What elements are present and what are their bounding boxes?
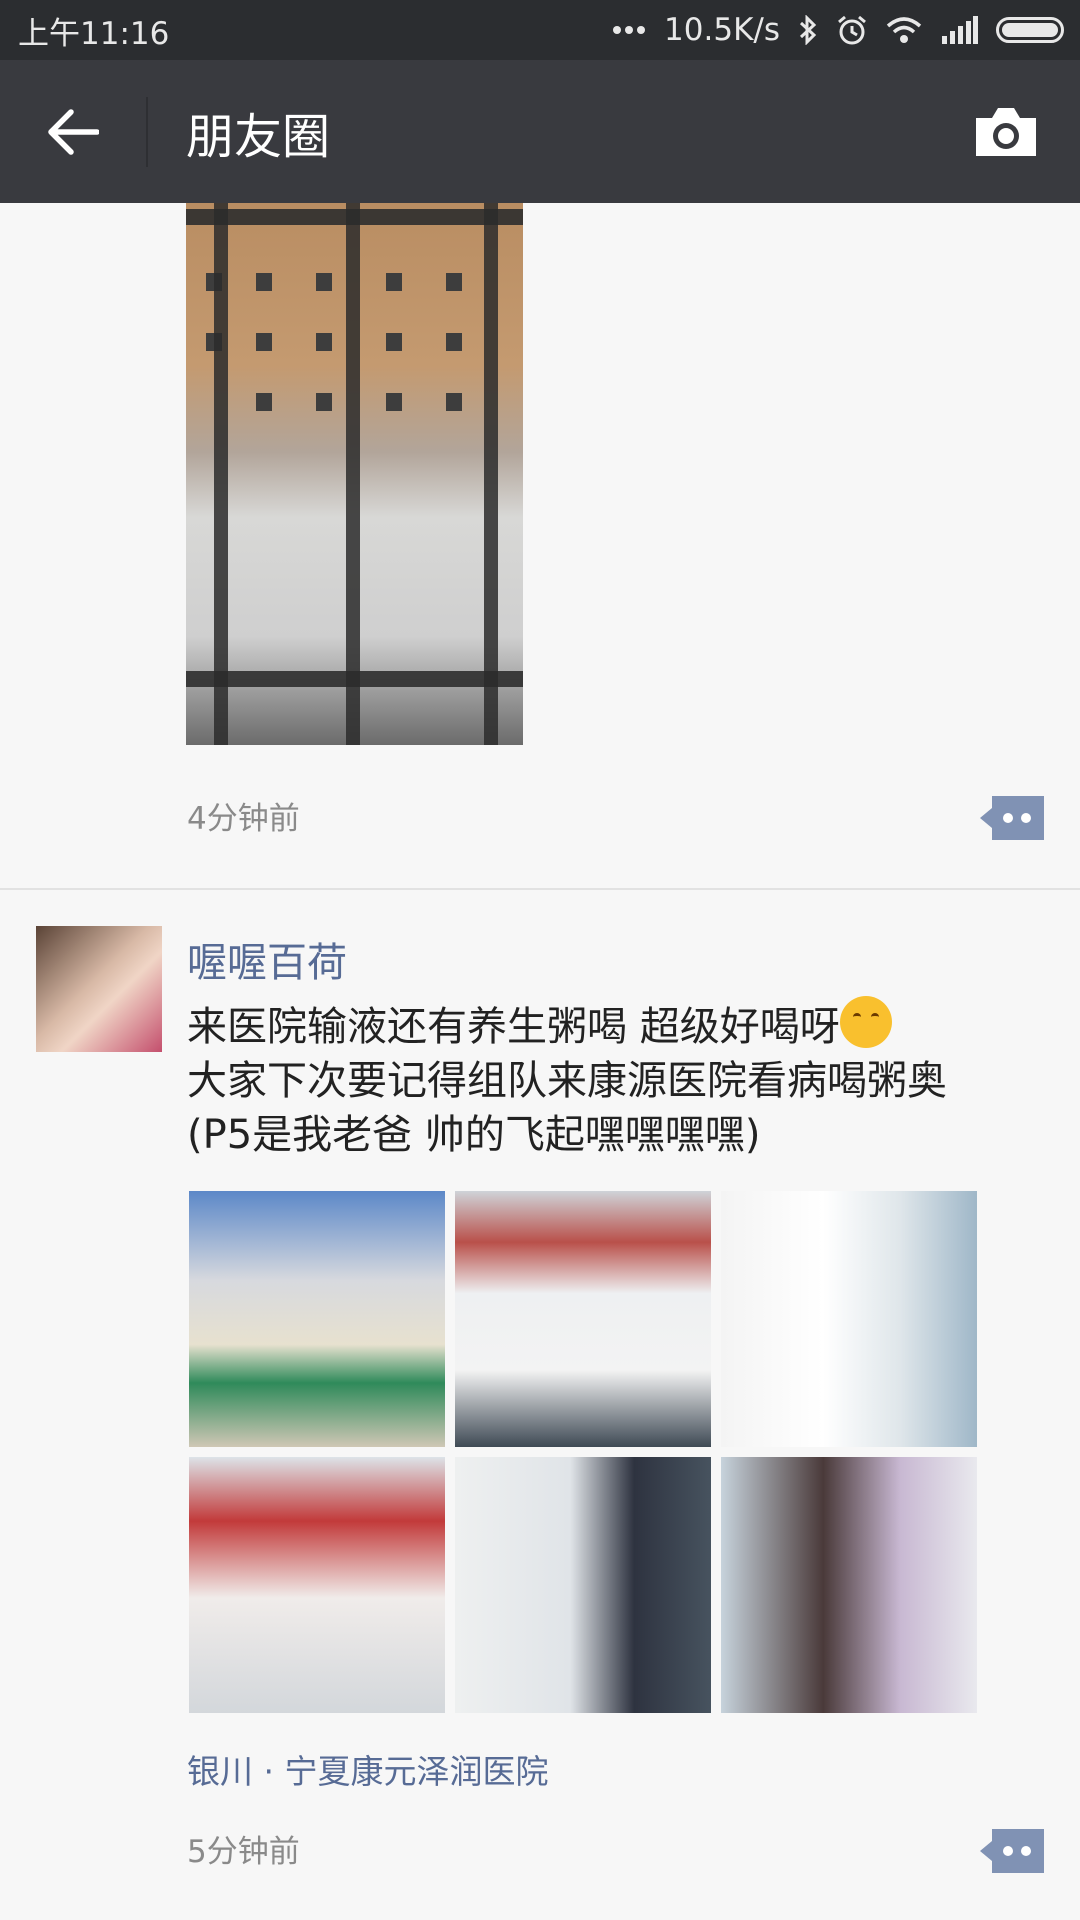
back-button[interactable] — [0, 60, 146, 203]
status-icons: 10.5K/s — [612, 12, 1064, 48]
page-title: 朋友圈 — [186, 108, 331, 165]
title-divider — [146, 96, 148, 167]
comment-button[interactable] — [978, 796, 1044, 840]
photo-thumbnail[interactable] — [189, 1457, 445, 1713]
photo-thumbnail[interactable] — [455, 1457, 711, 1713]
post-text-line: 大家下次要记得组队来康源医院看病喝粥奥 — [187, 1058, 947, 1104]
post-username[interactable]: 喔喔百荷 — [187, 930, 347, 988]
photo-thumbnail[interactable] — [455, 1191, 711, 1447]
post-image[interactable] — [186, 203, 523, 745]
wifi-icon — [886, 17, 922, 43]
network-speed: 10.5K/s — [664, 12, 780, 48]
post-time: 4分钟前 — [187, 801, 300, 837]
status-bar: 上午11:16 10.5K/s — [0, 0, 1080, 60]
post-text-line: 来医院输液还有养生粥喝 超级好喝呀 — [187, 1004, 840, 1050]
post-text: 来医院输液还有养生粥喝 超级好喝呀 大家下次要记得组队来康源医院看病喝粥奥 (P… — [187, 996, 1057, 1162]
bluetooth-icon — [799, 15, 817, 45]
signal-icon — [942, 16, 978, 44]
back-arrow-icon — [48, 108, 99, 155]
battery-icon — [996, 17, 1064, 43]
post-text-line: (P5是我老爸 帅的飞起嘿嘿嘿嘿) — [187, 1112, 761, 1158]
camera-icon — [976, 108, 1036, 156]
alarm-icon — [838, 15, 866, 45]
comment-icon — [980, 796, 1044, 840]
more-dots-icon — [613, 26, 646, 34]
camera-button[interactable] — [972, 104, 1040, 160]
post-separator — [0, 888, 1080, 890]
photo-thumbnail[interactable] — [189, 1191, 445, 1447]
hug-emoji-icon — [839, 996, 892, 1048]
photo-thumbnail[interactable] — [721, 1457, 977, 1713]
comment-button[interactable] — [978, 1829, 1044, 1873]
post-time: 5分钟前 — [187, 1834, 300, 1870]
comment-icon — [980, 1829, 1044, 1873]
post-location[interactable]: 银川 · 宁夏康元泽润医院 — [187, 1745, 548, 1793]
avatar[interactable] — [36, 926, 162, 1052]
title-bar: 朋友圈 — [0, 60, 1080, 203]
status-time: 上午11:16 — [18, 15, 170, 52]
photo-thumbnail[interactable] — [721, 1191, 977, 1447]
